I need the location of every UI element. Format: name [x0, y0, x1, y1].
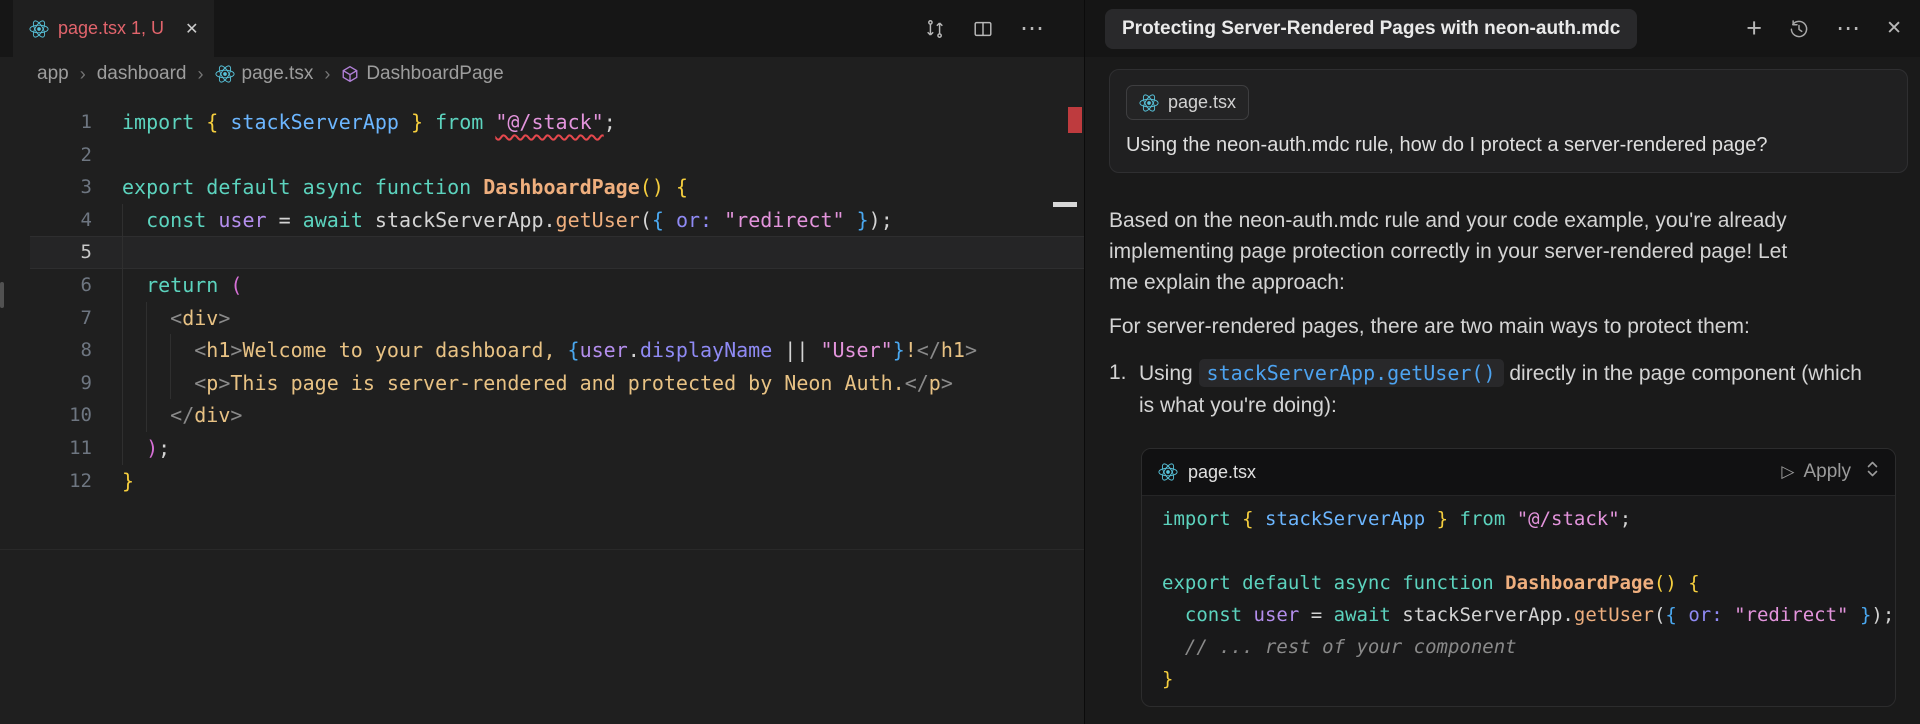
chat-panel: Protecting Server-Rendered Pages with ne…	[1085, 0, 1920, 724]
line-number: 1	[0, 106, 92, 139]
code-editor[interactable]: 1import { stackServerApp } from "@/stack…	[0, 91, 1084, 724]
apply-play-icon: ▷	[1781, 462, 1794, 482]
chat-close-icon[interactable]: ✕	[1886, 19, 1902, 38]
inline-code[interactable]: stackServerApp.getUser()	[1199, 359, 1504, 387]
tab-page-tsx[interactable]: page.tsx 1, U ✕	[13, 0, 214, 57]
list-number: 1.	[1109, 357, 1139, 422]
symbol-class-icon	[341, 65, 359, 83]
assistant-paragraph: Based on the neon-auth.mdc rule and your…	[1109, 205, 1809, 298]
apply-button[interactable]: Apply	[1803, 461, 1851, 483]
code-line-7[interactable]: 7 <div>	[0, 302, 1084, 335]
code-line-10[interactable]: 10 </div>	[0, 399, 1084, 432]
react-icon	[1158, 462, 1178, 482]
assistant-paragraph: For server-rendered pages, there are two…	[1109, 311, 1809, 342]
code-line-8[interactable]: 8 <h1>Welcome to your dashboard, {user.d…	[0, 334, 1084, 367]
history-icon[interactable]	[1788, 18, 1810, 40]
breadcrumb-item-dashboard[interactable]: dashboard	[97, 63, 187, 85]
chat-code-line-4: const user = await stackServerApp.getUse…	[1162, 599, 1895, 631]
line-number: 9	[0, 367, 92, 400]
editor-tab-bar: page.tsx 1, U ✕	[0, 0, 1084, 57]
breadcrumb-separator: ›	[324, 64, 330, 85]
assistant-list-item: 1. Using stackServerApp.getUser() direct…	[1109, 357, 1908, 422]
code-line-5[interactable]: 5	[0, 236, 1084, 269]
line-number: 8	[0, 334, 92, 367]
breadcrumb-item-page-tsx[interactable]: page.tsx	[215, 63, 314, 85]
line-number: 2	[0, 139, 92, 172]
code-line-11[interactable]: 11 );	[0, 432, 1084, 465]
react-icon	[215, 64, 235, 84]
react-icon	[1158, 462, 1178, 482]
user-message-text: Using the neon-auth.mdc rule, how do I p…	[1126, 134, 1891, 157]
user-message-bubble: page.tsx Using the neon-auth.mdc rule, h…	[1109, 69, 1908, 173]
breadcrumb-item-app[interactable]: app	[37, 63, 69, 85]
breadcrumb-separator: ›	[198, 64, 204, 85]
app-window: page.tsx 1, U ✕ ⋯ app	[0, 0, 1920, 724]
editor-panel-border	[0, 549, 1084, 550]
code-line-4[interactable]: 4 const user = await stackServerApp.getU…	[0, 204, 1084, 237]
chat-code-line-3: export default async function DashboardP…	[1162, 567, 1895, 599]
chat-content: page.tsx Using the neon-auth.mdc rule, h…	[1085, 57, 1920, 707]
line-number: 12	[0, 465, 92, 498]
code-line-2[interactable]: 2	[0, 139, 1084, 172]
line-number: 4	[0, 204, 92, 237]
open-changes-icon[interactable]	[924, 18, 946, 40]
close-tab-icon[interactable]: ✕	[185, 19, 198, 39]
new-chat-icon[interactable]: +	[1746, 15, 1762, 42]
editor-more-icon[interactable]: ⋯	[1020, 17, 1044, 41]
line-number: 7	[0, 302, 92, 335]
chat-title[interactable]: Protecting Server-Rendered Pages with ne…	[1105, 9, 1637, 49]
code-block-header: page.tsx ▷ Apply	[1142, 449, 1895, 496]
chat-code-line-2	[1162, 535, 1895, 567]
overview-ruler-error-marker	[1068, 107, 1082, 133]
line-number: 11	[0, 432, 92, 465]
line-number: 3	[0, 171, 92, 204]
breadcrumb: app › dashboard › page.tsx ›	[0, 57, 1121, 91]
panel-drag-handle[interactable]	[0, 282, 4, 308]
react-icon	[215, 64, 235, 84]
code-line-1[interactable]: 1import { stackServerApp } from "@/stack…	[0, 106, 1084, 139]
chat-code-line-6: }	[1162, 663, 1895, 695]
editor-actions: ⋯	[924, 0, 1044, 57]
breadcrumb-item-dashboardpage[interactable]: DashboardPage	[341, 63, 503, 85]
chat-code-line-5: // ... rest of your component	[1162, 631, 1895, 663]
list-item-body: Using stackServerApp.getUser() directly …	[1139, 357, 1876, 422]
editor-code-rows: 1import { stackServerApp } from "@/stack…	[0, 106, 1084, 497]
attached-file-chip[interactable]: page.tsx	[1126, 85, 1249, 120]
split-editor-icon[interactable]	[972, 18, 994, 40]
chat-more-icon[interactable]: ⋯	[1836, 17, 1860, 41]
line-number: 5	[0, 236, 92, 269]
line-number: 6	[0, 269, 92, 302]
react-icon	[1139, 93, 1159, 113]
editor-pane: page.tsx 1, U ✕ ⋯ app	[0, 0, 1084, 724]
code-block-body[interactable]: import { stackServerApp } from "@/stack"…	[1142, 496, 1895, 706]
react-icon	[1139, 93, 1159, 113]
breadcrumb-separator: ›	[80, 64, 86, 85]
chat-code-block: page.tsx ▷ Apply import { stackServerApp…	[1141, 448, 1896, 707]
code-line-12[interactable]: 12}	[0, 465, 1084, 498]
code-line-9[interactable]: 9 <p>This page is server-rendered and pr…	[0, 367, 1084, 400]
tab-label: page.tsx 1, U	[58, 18, 164, 39]
line-number: 10	[0, 399, 92, 432]
code-line-6[interactable]: 6 return (	[0, 269, 1084, 302]
react-icon	[29, 19, 49, 39]
chat-header: Protecting Server-Rendered Pages with ne…	[1085, 0, 1920, 57]
overview-ruler-cursor-marker	[1053, 202, 1077, 207]
attached-file-name: page.tsx	[1168, 92, 1236, 113]
react-icon	[29, 19, 49, 39]
code-line-3[interactable]: 3export default async function Dashboard…	[0, 171, 1084, 204]
expand-chevron-icon[interactable]	[1866, 460, 1879, 484]
code-block-filename: page.tsx	[1188, 462, 1256, 483]
chat-code-line-1: import { stackServerApp } from "@/stack"…	[1162, 503, 1895, 535]
